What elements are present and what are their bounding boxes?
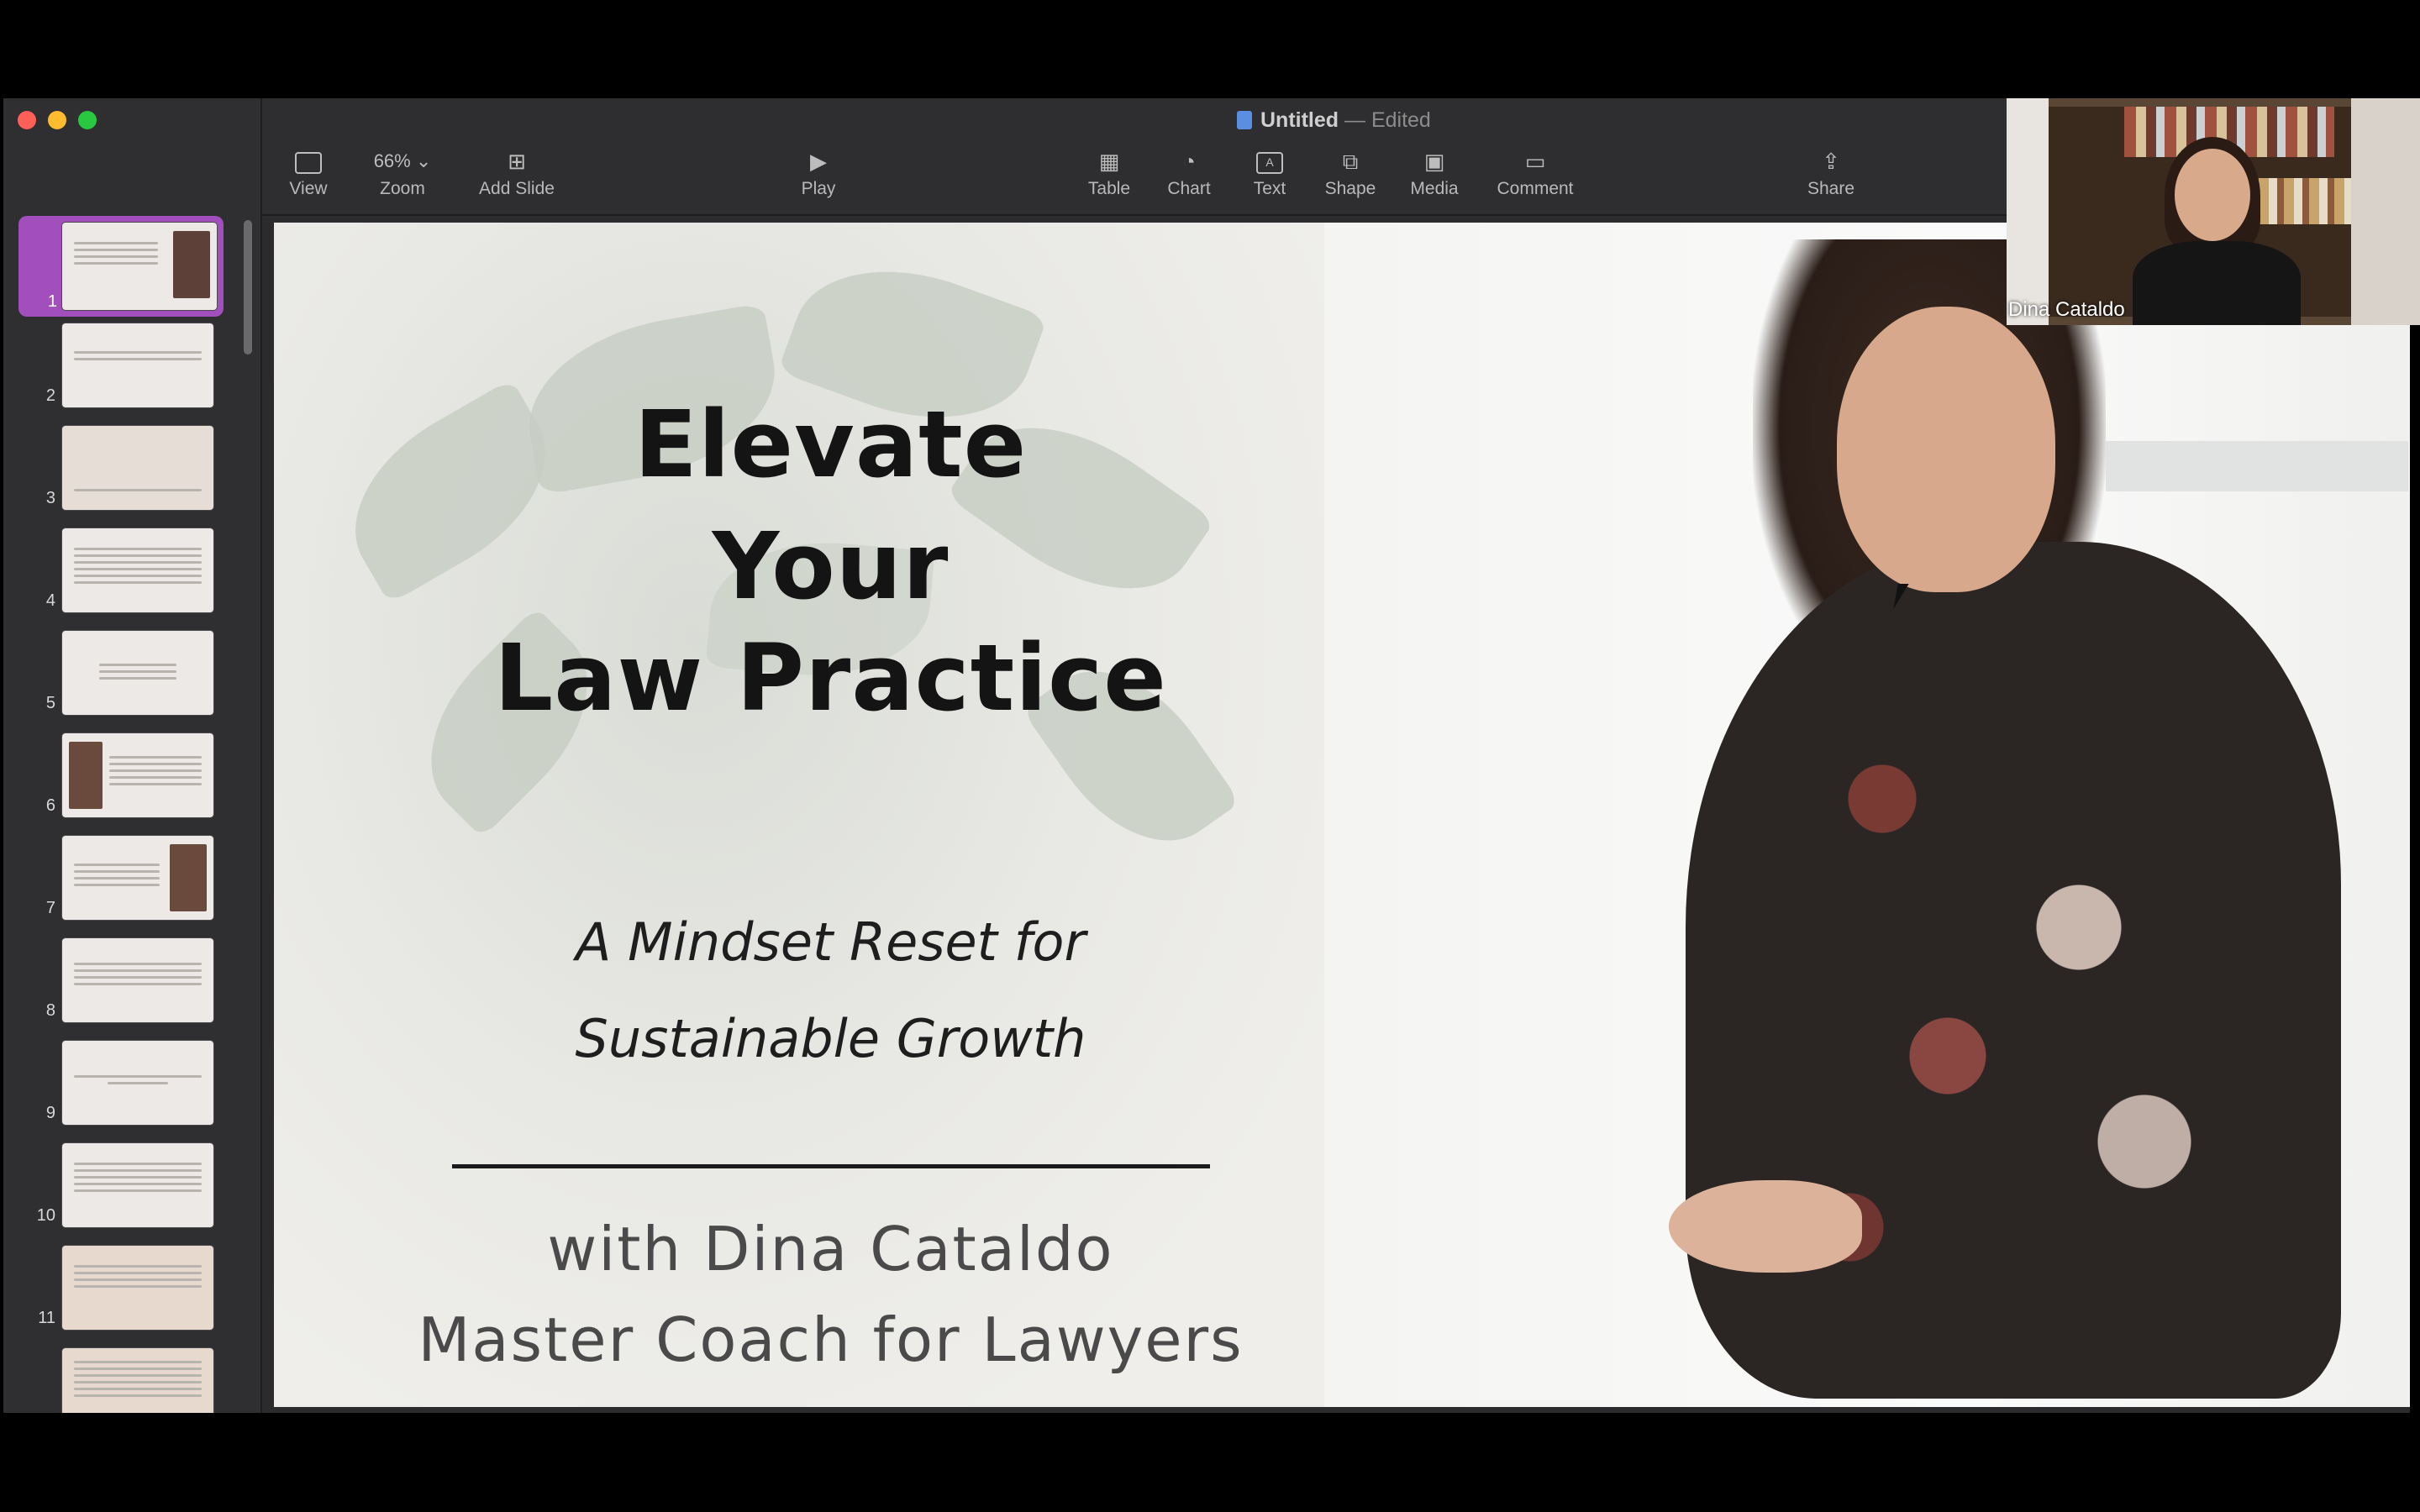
chevron-down-icon: ⌄ bbox=[415, 150, 432, 171]
media-label: Media bbox=[1410, 179, 1459, 198]
slide-number: 1 bbox=[47, 292, 57, 311]
slide-number: 11 bbox=[38, 1309, 55, 1327]
comment-button[interactable]: ▭ Comment bbox=[1481, 147, 1590, 199]
slide-byline-line[interactable]: with Dina Cataldo bbox=[274, 1214, 1387, 1284]
slide-preview bbox=[62, 1041, 213, 1125]
slide-subtitle-line[interactable]: A Mindset Reset for bbox=[274, 911, 1387, 973]
slide-preview bbox=[62, 1246, 213, 1330]
slide-number: 9 bbox=[45, 1104, 55, 1122]
view-button[interactable]: View bbox=[262, 147, 355, 199]
slide-preview bbox=[62, 223, 217, 310]
slide-thumbnail[interactable]: 11 bbox=[3, 1241, 255, 1333]
slide-thumbnail[interactable]: 3 bbox=[3, 421, 255, 513]
comment-icon: ▭ bbox=[1524, 149, 1546, 174]
slide-navigator: 1 2 3 4 5 6 7 8 9 10 11 bbox=[3, 98, 262, 1413]
slide-preview bbox=[62, 631, 213, 715]
media-button[interactable]: ▣ Media bbox=[1388, 147, 1481, 199]
slide-number: 6 bbox=[45, 796, 55, 815]
slide-thumbnail[interactable]: 5 bbox=[3, 626, 255, 718]
table-icon: ▦ bbox=[1098, 149, 1120, 174]
title-separator: — bbox=[1344, 108, 1365, 132]
comment-label: Comment bbox=[1497, 179, 1574, 198]
add-slide-button[interactable]: ⊞ Add Slide bbox=[462, 147, 571, 199]
slide-thumbnail[interactable]: 7 bbox=[3, 831, 255, 923]
chart-label: Chart bbox=[1167, 179, 1211, 198]
slide-number: 12 bbox=[3, 1411, 55, 1413]
chart-button[interactable]: ◔ Chart bbox=[1143, 147, 1235, 199]
slide-title-line[interactable]: Your bbox=[274, 512, 1387, 620]
table-label: Table bbox=[1087, 179, 1131, 198]
table-button[interactable]: ▦ Table bbox=[1063, 147, 1155, 199]
share-icon: ⇪ bbox=[1822, 149, 1840, 174]
slide-thumbnail[interactable]: 6 bbox=[3, 728, 255, 821]
slide-preview bbox=[62, 1348, 213, 1413]
zoom-window-button[interactable] bbox=[78, 111, 97, 129]
zoom-value: 66% ⌄ bbox=[373, 150, 432, 171]
slide-thumbnail[interactable]: 9 bbox=[3, 1036, 255, 1128]
slide-title-line[interactable]: Elevate bbox=[274, 391, 1387, 498]
shape-icon: ⧉ bbox=[1342, 149, 1359, 174]
chart-icon: ◔ bbox=[1182, 149, 1196, 174]
slide-number: 7 bbox=[45, 899, 55, 917]
slide-number: 10 bbox=[36, 1206, 55, 1225]
participant-name: Dina Cataldo bbox=[2008, 298, 2125, 321]
slide-canvas[interactable]: Elevate Your Law Practice A Mindset Rese… bbox=[274, 223, 2410, 1407]
slide-preview bbox=[62, 1143, 213, 1227]
media-icon: ▣ bbox=[1423, 149, 1445, 174]
slide-thumbnail[interactable]: 8 bbox=[3, 933, 255, 1026]
slide-thumbnail-list[interactable]: 1 2 3 4 5 6 7 8 9 10 11 bbox=[3, 216, 260, 1413]
minimize-button[interactable] bbox=[48, 111, 66, 129]
slide-preview bbox=[62, 733, 213, 817]
document-title[interactable]: Untitled — Edited bbox=[1237, 108, 1431, 133]
text-box-icon: A bbox=[1223, 147, 1316, 176]
document-name: Untitled bbox=[1260, 108, 1339, 132]
slide-preview bbox=[62, 426, 213, 510]
play-icon: ▶ bbox=[810, 149, 827, 174]
share-label: Share bbox=[1807, 179, 1855, 198]
slide-byline-line[interactable]: Master Coach for Lawyers bbox=[274, 1305, 1387, 1375]
presenter-photo bbox=[1669, 239, 2383, 1399]
video-call-tile[interactable]: Dina Cataldo bbox=[2007, 98, 2420, 325]
slide-title-line[interactable]: Law Practice bbox=[274, 624, 1387, 732]
play-button[interactable]: ▶ Play bbox=[772, 147, 865, 199]
close-button[interactable] bbox=[18, 111, 36, 129]
slide-thumbnail[interactable]: 10 bbox=[3, 1138, 255, 1231]
add-slide-label: Add Slide bbox=[479, 179, 555, 198]
slide-number: 8 bbox=[45, 1001, 55, 1020]
slide-preview bbox=[62, 528, 213, 612]
slide-subtitle-line[interactable]: Sustainable Growth bbox=[274, 1008, 1387, 1069]
shape-button[interactable]: ⧉ Shape bbox=[1304, 147, 1397, 199]
slide-thumbnail[interactable]: 12 bbox=[3, 1343, 255, 1413]
shape-label: Shape bbox=[1324, 179, 1376, 198]
add-slide-icon: ⊞ bbox=[508, 149, 526, 174]
slide-preview bbox=[62, 323, 213, 407]
view-label: View bbox=[289, 179, 328, 198]
zoom-button[interactable]: 66% ⌄ Zoom bbox=[356, 147, 449, 199]
text-label: Text bbox=[1253, 179, 1286, 198]
slide-thumbnail[interactable]: 4 bbox=[3, 523, 255, 616]
slide-preview bbox=[62, 938, 213, 1022]
slide-preview bbox=[62, 836, 213, 920]
mouse-cursor-icon bbox=[1893, 584, 1920, 609]
zoom-label: Zoom bbox=[380, 179, 425, 198]
window-controls bbox=[18, 111, 97, 129]
slide-number: 2 bbox=[45, 386, 55, 405]
slide-thumbnail[interactable]: 2 bbox=[3, 318, 255, 411]
slide-number: 4 bbox=[45, 591, 55, 610]
play-label: Play bbox=[801, 179, 836, 198]
sidebar-scrollbar[interactable] bbox=[244, 220, 252, 354]
text-button[interactable]: A Text bbox=[1223, 147, 1316, 199]
sidebar-icon bbox=[262, 147, 355, 176]
share-button[interactable]: ⇪ Share bbox=[1785, 147, 1877, 199]
document-icon bbox=[1237, 111, 1252, 129]
edit-status: Edited bbox=[1370, 108, 1431, 132]
slide-thumbnail[interactable]: 1 bbox=[18, 216, 224, 317]
slide-divider-line[interactable] bbox=[452, 1164, 1210, 1168]
slide-number: 3 bbox=[45, 489, 55, 507]
slide-number: 5 bbox=[45, 694, 55, 712]
